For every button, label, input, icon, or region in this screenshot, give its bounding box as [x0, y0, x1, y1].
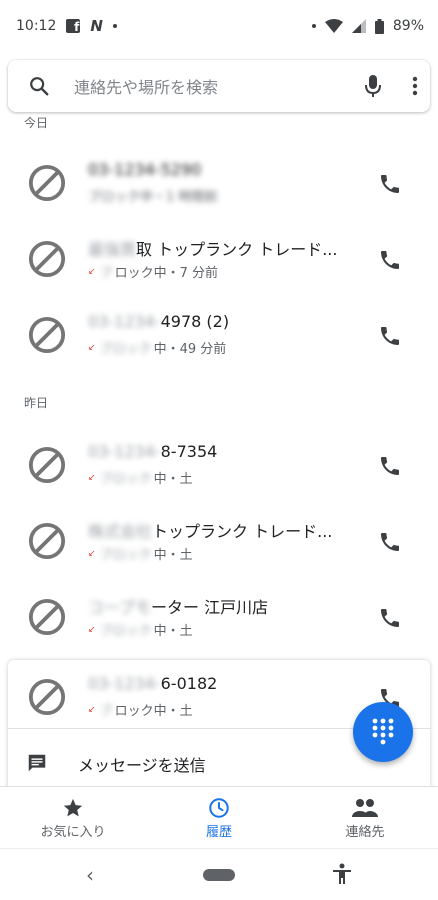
status-bar: 10:12 f N 89%: [0, 0, 438, 52]
battery-level: 89%: [392, 18, 424, 34]
blocked-call-arrow-icon: ↙: [88, 704, 96, 715]
blocked-call-arrow-icon: ↙: [88, 624, 96, 635]
call-log-row[interactable]: 03-1234-4978 (2) ↙ ブロック 中・49 分前: [0, 298, 438, 374]
tab-favorites[interactable]: お気に入り: [0, 787, 146, 848]
more-options-icon[interactable]: [412, 76, 418, 96]
search-icon[interactable]: [28, 75, 50, 97]
blocked-icon: [28, 446, 66, 484]
phone-icon[interactable]: [378, 454, 402, 478]
signal-icon: [351, 19, 366, 33]
blocked-call-arrow-icon: ↙: [88, 548, 96, 559]
caller-name: 株式会社トップランク トレード...: [88, 522, 333, 541]
status-dot-icon: [311, 24, 316, 28]
call-log-row[interactable]: 最強買取 トップランク トレード... ↙ ブロック中・7 分前: [0, 222, 438, 298]
blocked-icon: [28, 240, 66, 278]
call-log-row[interactable]: 03-1234-5290 ブロック中・1 時間前: [0, 146, 438, 222]
phone-icon[interactable]: [378, 324, 402, 348]
tab-history-label: 履歴: [205, 825, 232, 840]
status-time: 10:12: [16, 18, 57, 34]
tab-contacts-label: 連絡先: [345, 825, 385, 840]
caller-name: 最強買取 トップランク トレード...: [88, 240, 338, 259]
tab-favorites-label: お気に入り: [40, 825, 106, 840]
phone-icon[interactable]: [378, 530, 402, 554]
blocked-icon: [28, 522, 66, 560]
caller-name: 03-1234-4978 (2): [88, 312, 230, 331]
call-detail: ↙ブロック中・土: [88, 548, 193, 563]
caller-name: コープモーター 江戸川店: [88, 598, 269, 617]
blocked-call-arrow-icon: ↙: [88, 342, 96, 353]
caller-name: 03-1234-6-0182: [88, 674, 218, 693]
phone-icon[interactable]: [378, 606, 402, 630]
tab-contacts[interactable]: 連絡先: [292, 787, 438, 848]
star-icon: [63, 798, 83, 817]
more-notifications-icon: [112, 24, 117, 28]
accessibility-icon[interactable]: [332, 863, 352, 885]
call-log-row[interactable]: コープモーター 江戸川店 ↙ ブロック 中・土: [0, 580, 438, 656]
caller-name: 03-1234-8-7354: [88, 442, 218, 461]
phone-icon[interactable]: [378, 172, 402, 196]
facebook-notification-icon: f: [66, 19, 81, 33]
microphone-icon[interactable]: [364, 74, 382, 98]
call-detail: ↙ブロック中・土: [88, 704, 193, 719]
blocked-call-arrow-icon: ↙: [88, 266, 96, 277]
call-detail: ↙ ブロック 中・49 分前: [88, 342, 227, 357]
send-message-label: メッセージを送信: [78, 756, 206, 775]
tab-history[interactable]: 履歴: [146, 787, 292, 848]
blocked-icon: [28, 316, 66, 354]
section-header-today: 今日: [24, 116, 49, 130]
clock-icon: [209, 798, 229, 818]
system-navigation-bar: ‹: [0, 848, 438, 900]
call-log-row[interactable]: 株式会社トップランク トレード... ↙ ブロック 中・土: [0, 504, 438, 580]
bottom-navigation: お気に入り 履歴 連絡先: [0, 786, 438, 848]
wifi-icon: [324, 19, 343, 33]
dialpad-button[interactable]: [353, 702, 413, 762]
blocked-call-arrow-icon: ↙: [88, 472, 96, 483]
search-input[interactable]: 連絡先や場所を検索: [74, 74, 364, 98]
call-detail: ↙ブロック中・土: [88, 624, 193, 639]
call-detail: ブロック中・1 時間前: [88, 190, 218, 205]
call-log-row[interactable]: 03-1234-8-7354 ↙ ブロック 中・土: [0, 428, 438, 504]
home-pill-icon[interactable]: [203, 869, 235, 881]
caller-name: 03-1234-5290: [88, 160, 202, 179]
search-bar[interactable]: 連絡先や場所を検索: [8, 60, 430, 112]
back-icon[interactable]: ‹: [86, 863, 94, 887]
phone-icon[interactable]: [378, 248, 402, 272]
dialpad-icon: [372, 718, 394, 745]
message-icon: [28, 754, 46, 772]
battery-icon: [374, 18, 384, 34]
section-header-yesterday: 昨日: [24, 396, 49, 410]
blocked-icon: [28, 164, 66, 202]
people-icon: [352, 799, 378, 817]
app-notification-icon: N: [90, 17, 103, 35]
blocked-icon: [28, 678, 66, 716]
call-detail: ↙ ブロック中・7 分前: [88, 266, 218, 281]
blocked-icon: [28, 598, 66, 636]
call-detail: ↙ブロック中・土: [88, 472, 193, 487]
